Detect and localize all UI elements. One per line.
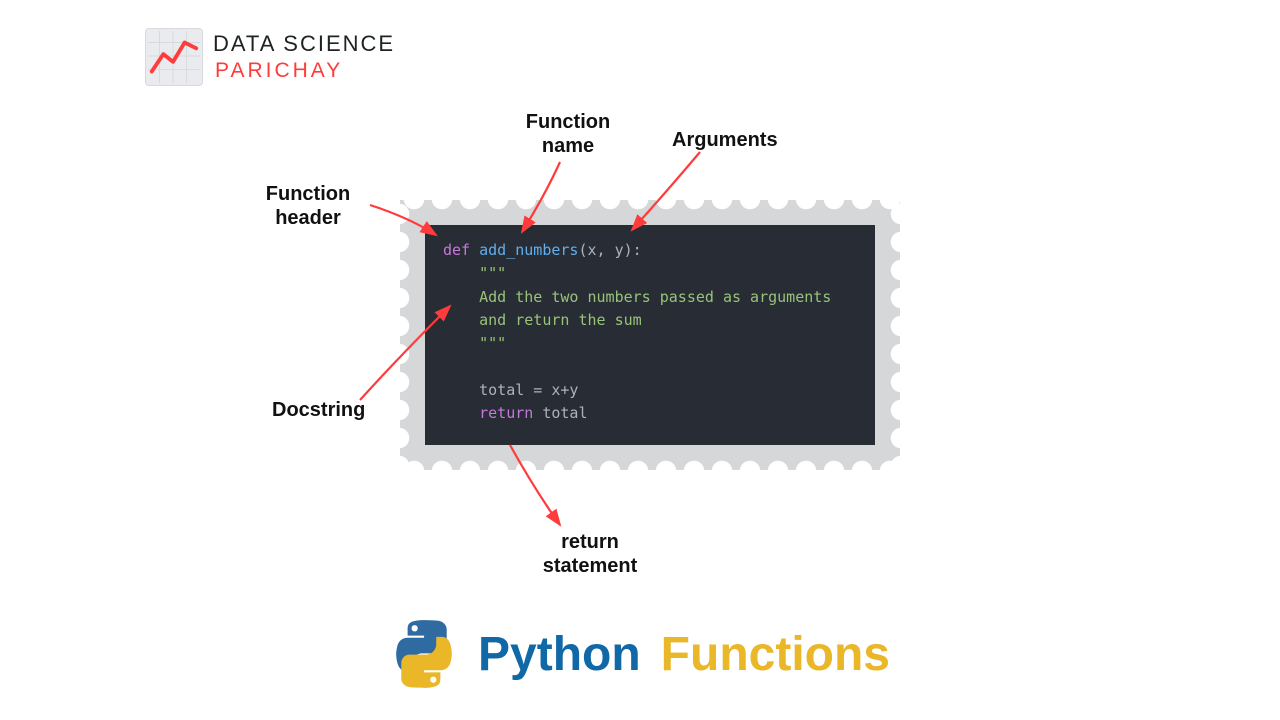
page-title: Python Functions <box>0 620 1280 688</box>
stamp-frame: def add_numbers(x, y): """ Add the two n… <box>400 200 900 470</box>
label-return-statement: return statement <box>520 530 660 578</box>
label-function-name: Function name <box>508 110 628 158</box>
brand-line1: DATA SCIENCE <box>213 31 395 56</box>
code-def-keyword: def <box>443 241 470 259</box>
code-assignment: total = x+y <box>479 381 578 399</box>
chart-icon <box>145 28 203 86</box>
python-icon <box>390 620 458 688</box>
title-word-functions: Functions <box>661 627 890 682</box>
code-return-value: total <box>533 404 587 422</box>
label-docstring: Docstring <box>272 398 365 422</box>
code-docstring-close: """ <box>479 334 506 352</box>
code-block: def add_numbers(x, y): """ Add the two n… <box>425 225 875 445</box>
brand-logo: DATA SCIENCE PARICHAY <box>145 28 395 86</box>
code-docstring-line2: and return the sum <box>479 311 642 329</box>
code-docstring-open: """ <box>479 264 506 282</box>
label-arguments: Arguments <box>672 128 778 152</box>
brand-text: DATA SCIENCE PARICHAY <box>213 31 395 82</box>
label-function-header: Function header <box>248 182 368 230</box>
code-return-keyword: return <box>479 404 533 422</box>
code-function-name: add_numbers <box>479 241 578 259</box>
title-word-python: Python <box>478 627 641 682</box>
code-docstring-line1: Add the two numbers passed as arguments <box>479 288 831 306</box>
brand-line2: PARICHAY <box>213 59 395 83</box>
code-params: (x, y): <box>578 241 641 259</box>
